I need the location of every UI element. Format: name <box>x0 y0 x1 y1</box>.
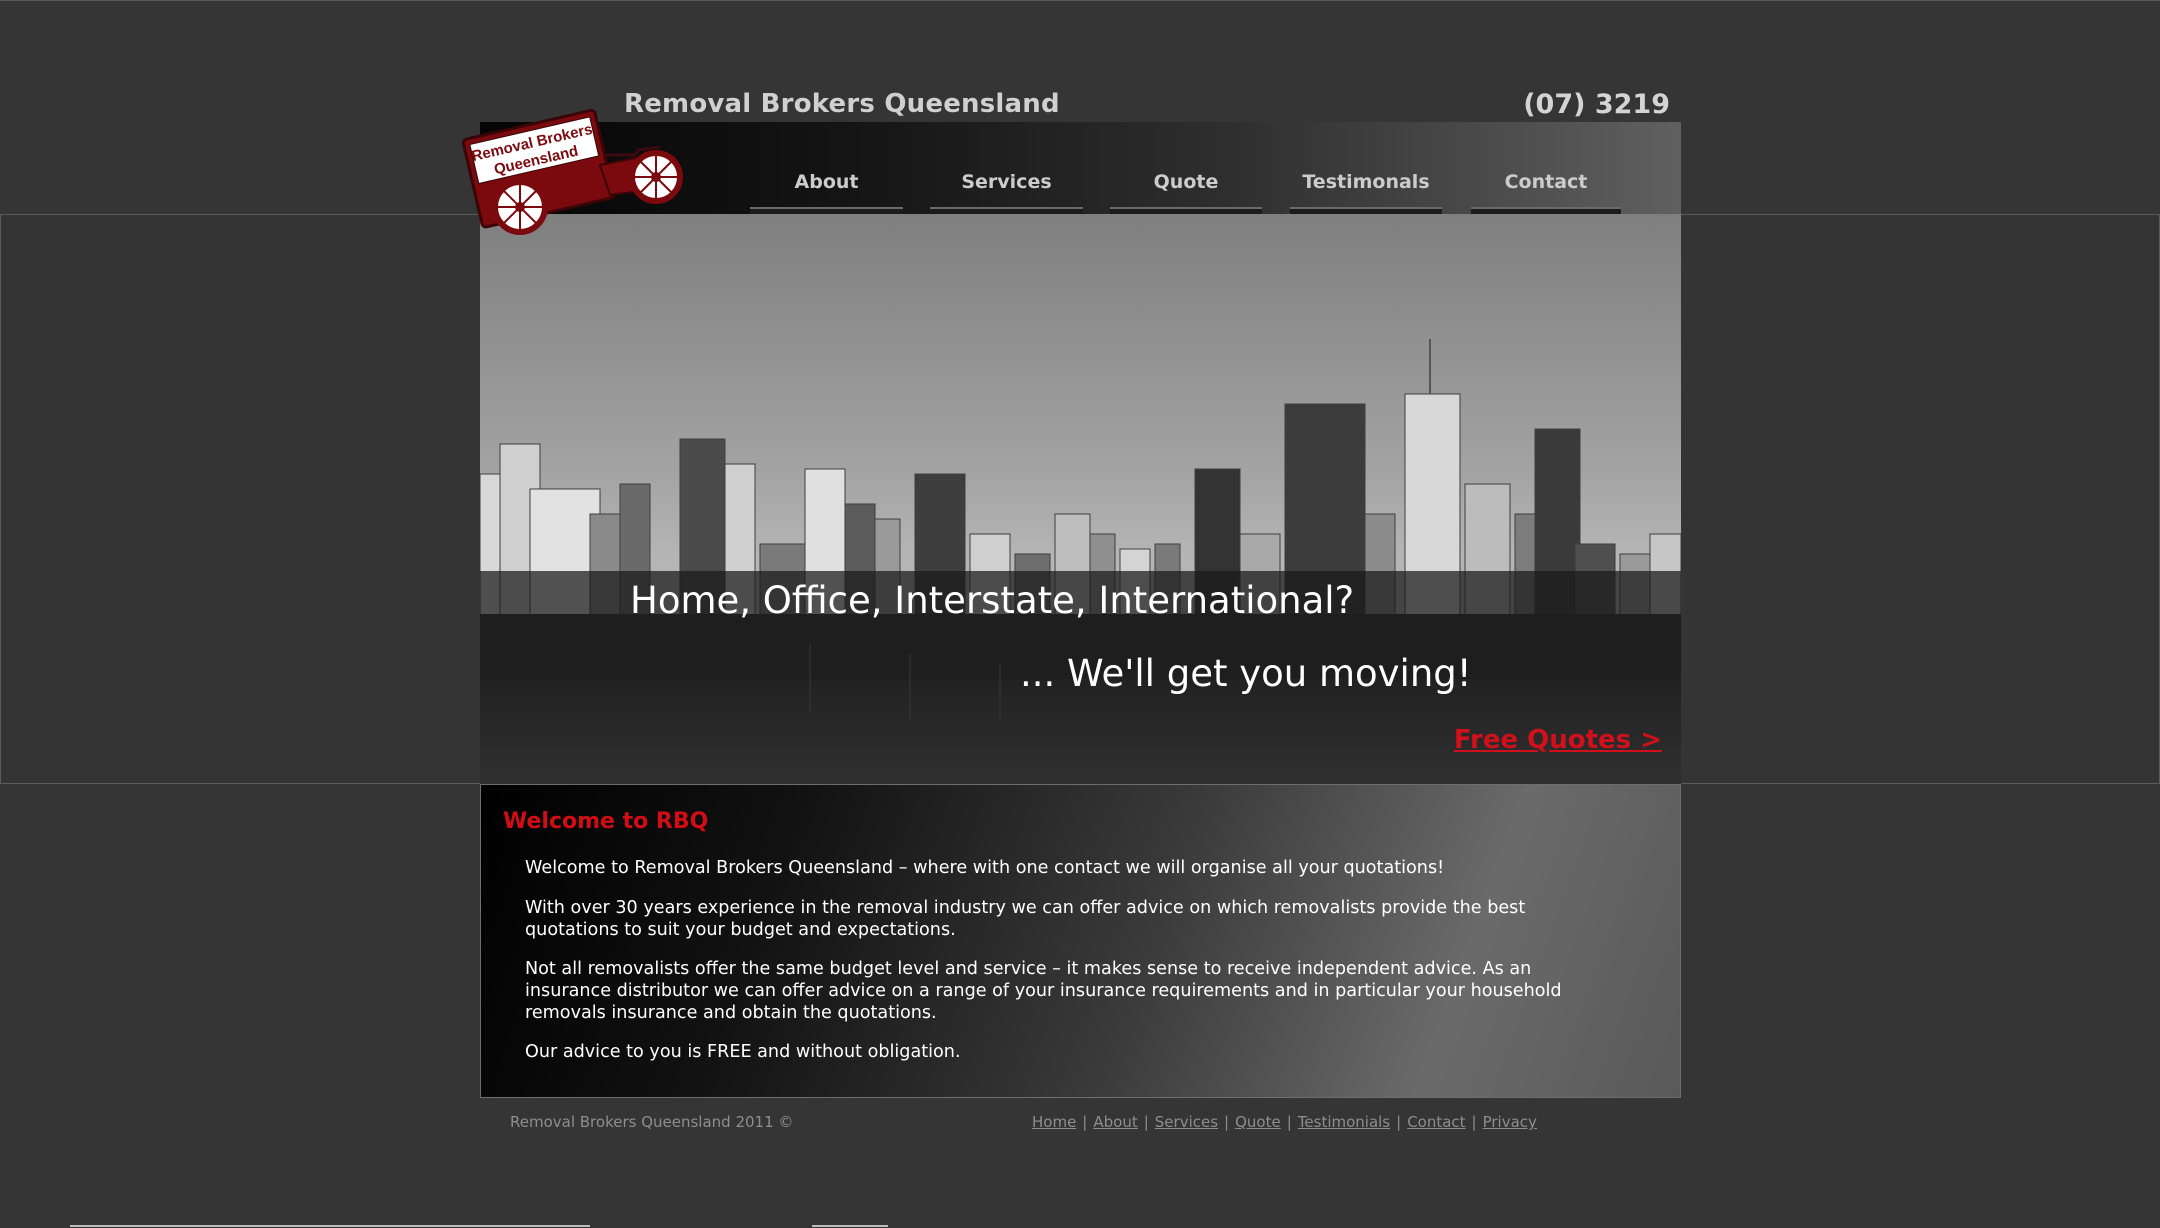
footer-link-home[interactable]: Home <box>1032 1113 1076 1131</box>
footer-separator: | <box>1082 1113 1088 1131</box>
welcome-paragraph-3: Not all removalists offer the same budge… <box>525 959 1562 1023</box>
footer-link-testimonials[interactable]: Testimonials <box>1298 1113 1390 1131</box>
footer-copyright: Removal Brokers Queensland 2011 © <box>510 1113 794 1131</box>
nav-item-underline <box>1471 207 1621 214</box>
nav-item-label: Services <box>961 171 1052 193</box>
nav-item-underline <box>750 207 903 214</box>
truck-logo-icon[interactable]: Removal Brokers Queensland <box>460 95 700 240</box>
welcome-paragraph-1: Welcome to Removal Brokers Queensland – … <box>525 858 1445 878</box>
hero-subheadline: ... We'll get you moving! <box>1020 652 1472 695</box>
footer-separator: | <box>1224 1113 1230 1131</box>
scrollbar-segment <box>812 1225 888 1227</box>
welcome-paragraph-4: Our advice to you is FREE and without ob… <box>525 1042 961 1062</box>
footer-link-quote[interactable]: Quote <box>1235 1113 1281 1131</box>
nav-item-label: Quote <box>1153 171 1219 193</box>
footer-separator: | <box>1471 1113 1477 1131</box>
nav-item-underline <box>930 207 1083 214</box>
welcome-heading: Welcome to RBQ <box>503 809 709 834</box>
free-quotes-link[interactable]: Free Quotes > <box>1454 725 1662 755</box>
footer-link-about[interactable]: About <box>1093 1113 1137 1131</box>
welcome-paragraph-2: With over 30 years experience in the rem… <box>525 898 1526 940</box>
footer-link-services[interactable]: Services <box>1155 1113 1218 1131</box>
nav-item-label: Contact <box>1504 171 1588 193</box>
nav-item-quote[interactable]: Quote <box>1110 122 1262 214</box>
footer-links: Home | About | Services | Quote | Testimonials | C… <box>1032 1113 1537 1131</box>
hero-headline: Home, Office, Interstate, International? <box>630 579 1355 622</box>
footer-link-contact[interactable]: Contact <box>1407 1113 1465 1131</box>
nav-item-underline <box>1110 207 1262 214</box>
hero-banner: Home, Office, Interstate, International?… <box>480 214 1681 784</box>
welcome-section: Welcome to RBQ Welcome to Removal Broker… <box>480 784 1681 1098</box>
nav-item-label: Testimonals <box>1302 171 1430 193</box>
horizontal-scrollbar[interactable] <box>70 1225 590 1227</box>
footer-separator: | <box>1396 1113 1402 1131</box>
footer-separator: | <box>1143 1113 1149 1131</box>
page: Removal Brokers Queensland (07) 3219 911… <box>0 0 2160 1228</box>
nav-item-contact[interactable]: Contact <box>1471 122 1621 214</box>
footer-separator: | <box>1286 1113 1292 1131</box>
nav-item-services[interactable]: Services <box>930 122 1083 214</box>
nav-item-testimonals[interactable]: Testimonals <box>1290 122 1442 214</box>
nav-item-about[interactable]: About <box>750 122 903 214</box>
nav-item-underline <box>1290 207 1442 214</box>
nav-item-label: About <box>794 171 859 193</box>
footer-link-privacy[interactable]: Privacy <box>1483 1113 1537 1131</box>
